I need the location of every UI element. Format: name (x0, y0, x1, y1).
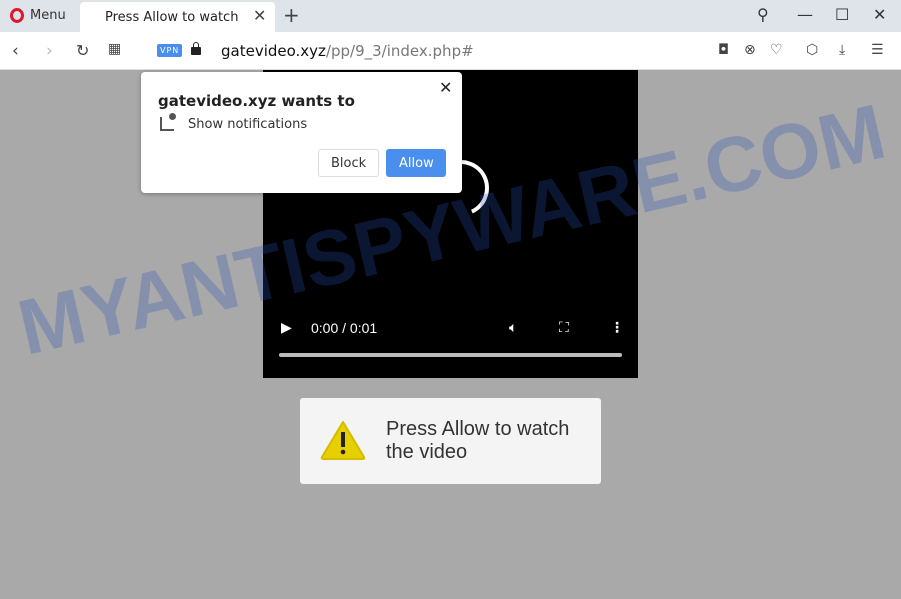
notification-permission-popup: gatevideo.xyz wants to ✕ Show notificati… (141, 72, 462, 193)
forward-icon[interactable]: › (46, 41, 53, 61)
tab-title: Press Allow to watch (105, 10, 239, 25)
tab-bar: Menu Press Allow to watch ✕ + ⚲ — ☐ ✕ (0, 0, 901, 32)
allow-button[interactable]: Allow (386, 149, 446, 177)
url-field[interactable]: gatevideo.xyz/pp/9_3/index.php# (221, 42, 474, 60)
download-icon[interactable]: ⤓ (839, 42, 845, 58)
block-button[interactable]: Block (318, 149, 380, 177)
camera-icon[interactable]: ◘ (718, 42, 729, 58)
new-tab-icon[interactable]: + (283, 3, 300, 27)
volume-icon[interactable]: 🔈︎ (509, 320, 517, 336)
warning-icon (320, 421, 366, 460)
popup-title: gatevideo.xyz wants to (158, 92, 355, 110)
settings-sliders-icon[interactable]: ☰ (871, 42, 884, 58)
url-host: gatevideo.xyz (221, 42, 326, 60)
tab-active[interactable]: Press Allow to watch ✕ (80, 2, 275, 32)
more-options-icon[interactable]: ⋮ (610, 320, 624, 336)
speed-dial-icon[interactable]: ▦ (108, 41, 121, 57)
notice-box: Press Allow to watch the video (300, 398, 601, 484)
close-window-icon[interactable]: ✕ (873, 5, 886, 24)
fullscreen-icon[interactable]: ⛶ (559, 320, 569, 336)
minimize-icon[interactable]: — (797, 5, 813, 24)
opera-menu-button[interactable]: Menu (10, 8, 66, 23)
search-tabs-icon[interactable]: ⚲ (757, 5, 769, 24)
video-progress-bar[interactable] (279, 353, 622, 357)
lock-icon[interactable] (191, 42, 201, 55)
vpn-badge[interactable]: VPN (157, 44, 183, 57)
video-time: 0:00 / 0:01 (311, 320, 378, 336)
notification-icon (160, 113, 176, 131)
opera-logo-icon (10, 8, 24, 23)
cube-icon[interactable]: ⬡ (806, 42, 818, 58)
reload-icon[interactable]: ↻ (76, 41, 89, 60)
address-bar: ‹ › ↻ ▦ VPN gatevideo.xyz/pp/9_3/index.p… (0, 32, 901, 70)
popup-close-icon[interactable]: ✕ (439, 78, 452, 97)
permission-label: Show notifications (188, 117, 308, 132)
maximize-icon[interactable]: ☐ (835, 5, 849, 24)
url-path: /pp/9_3/index.php# (325, 42, 474, 60)
play-icon[interactable]: ▶ (281, 320, 292, 336)
menu-label: Menu (30, 8, 66, 23)
adblock-icon[interactable]: ⊗ (744, 42, 756, 58)
notice-message: Press Allow to watch the video (386, 418, 570, 463)
back-icon[interactable]: ‹ (12, 41, 19, 61)
heart-icon[interactable]: ♡ (770, 42, 783, 58)
tab-close-icon[interactable]: ✕ (253, 6, 266, 25)
